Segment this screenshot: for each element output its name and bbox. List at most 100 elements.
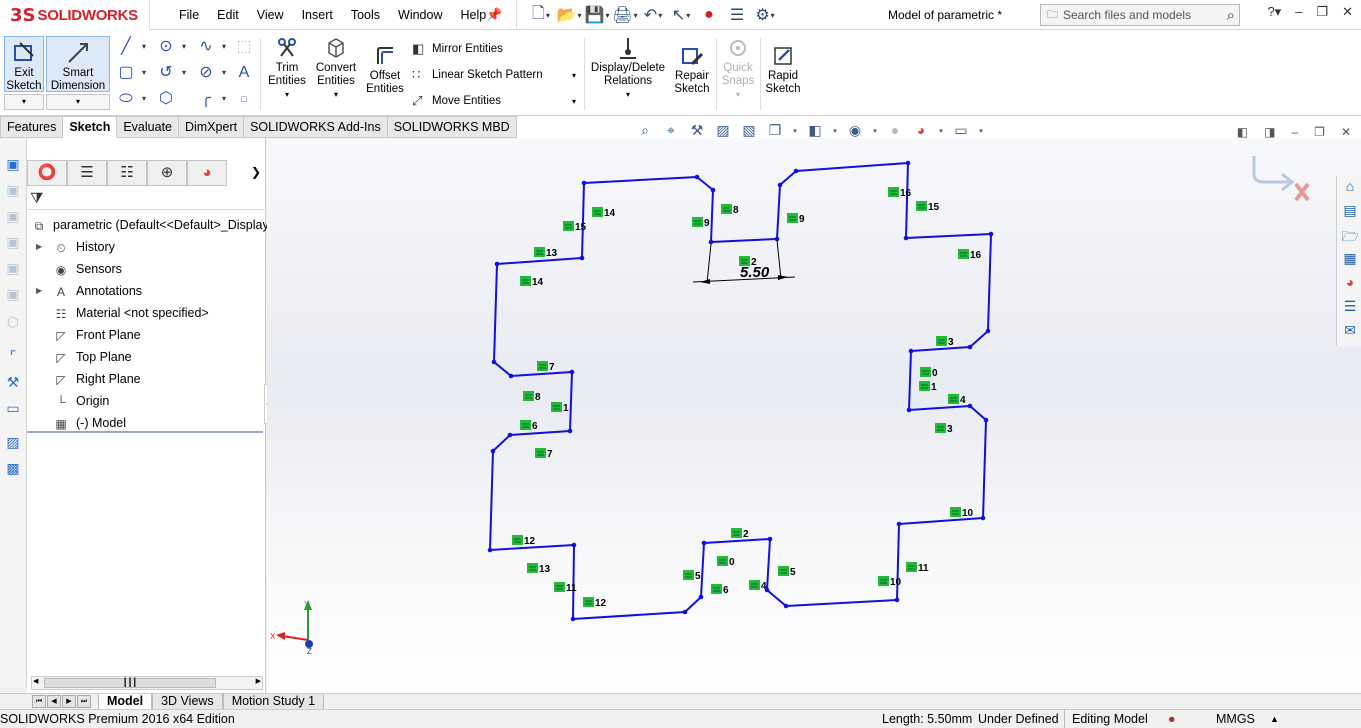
forum-icon[interactable]: ✉ — [1340, 322, 1360, 342]
polygon-icon[interactable]: ⬡ — [155, 88, 177, 110]
sketch-point[interactable] — [694, 174, 700, 180]
sketch-point[interactable] — [579, 255, 585, 261]
file-explorer-icon[interactable]: 🗁 — [1340, 226, 1360, 246]
sketch-line[interactable] — [982, 419, 987, 519]
tree-item-right-plane[interactable]: ◸ Right Plane — [27, 368, 266, 390]
rebuild-traffic-light-icon[interactable]: ● — [695, 2, 723, 28]
relation-glyph[interactable]: 12 — [512, 535, 536, 547]
sketch-point[interactable] — [908, 348, 914, 354]
sketch-line[interactable] — [766, 538, 771, 591]
viewport-prev-icon[interactable]: ◧ — [1237, 125, 1248, 139]
sketch-point[interactable] — [783, 603, 789, 609]
sketch-point[interactable] — [698, 594, 704, 600]
straight-slot-dropdown-icon[interactable]: ▾ — [139, 88, 149, 110]
menu-window[interactable]: Window — [389, 0, 451, 30]
design-library-icon[interactable]: ▤ — [1340, 202, 1360, 222]
sketch-point[interactable] — [983, 417, 989, 423]
sketch-line[interactable] — [710, 189, 714, 243]
sketch-point[interactable] — [980, 515, 986, 521]
rectangle-icon[interactable]: ▢ — [115, 62, 137, 84]
offset-entities-button[interactable]: Offset Entities — [363, 44, 407, 96]
sketch-point[interactable] — [682, 609, 688, 615]
relation-glyph[interactable]: 1 — [919, 381, 937, 393]
viewport-restore-icon[interactable]: ❐ — [1314, 125, 1325, 139]
text-icon[interactable]: A — [233, 62, 255, 84]
point-icon[interactable]: □ — [233, 88, 255, 110]
sketch-line[interactable] — [569, 371, 573, 432]
restore-icon[interactable]: ❐ — [1316, 4, 1328, 20]
tab-dimxpert[interactable]: DimXpert — [179, 116, 245, 138]
expand-icon[interactable]: ▶ — [36, 280, 42, 302]
relation-glyph[interactable]: 3 — [935, 423, 953, 435]
sketch-line[interactable] — [572, 544, 575, 620]
sketch-point[interactable] — [508, 373, 514, 379]
linear-pattern-dropdown-icon[interactable]: ▾ — [572, 71, 576, 80]
tree-item-top-plane[interactable]: ◸ Top Plane — [27, 346, 266, 368]
menu-edit[interactable]: Edit — [208, 0, 248, 30]
sketch-point[interactable] — [767, 536, 773, 542]
sketch-line[interactable] — [785, 599, 898, 607]
new-document-icon[interactable]: 🗋 ▾ — [527, 2, 555, 28]
relation-glyph[interactable]: 10 — [950, 507, 974, 519]
smart-dimension-dropdown[interactable]: ▾ — [46, 94, 110, 110]
relation-glyph[interactable]: 0 — [920, 367, 938, 379]
sketch-line[interactable] — [910, 346, 971, 352]
exit-sketch-dropdown[interactable]: ▾ — [4, 94, 44, 110]
slot-icon[interactable]: ↺ — [155, 62, 177, 84]
sketch-line[interactable] — [509, 430, 571, 436]
unit-system[interactable]: MMGS — [1216, 712, 1255, 726]
feature-manager-tab-icon[interactable]: ⭕ — [27, 160, 67, 186]
display-delete-relations-button[interactable]: Display/Delete Relations ▾ — [588, 36, 668, 101]
sketch-line[interactable] — [969, 330, 989, 348]
minimize-icon[interactable]: – — [1295, 4, 1302, 20]
sketch-line[interactable] — [766, 589, 787, 607]
sketch-point[interactable] — [487, 547, 493, 553]
ellipse-dropdown-icon[interactable]: ▾ — [219, 62, 229, 84]
solidworks-logo[interactable]: 3S SOLIDWORKS — [0, 0, 150, 30]
sketch-line[interactable] — [703, 538, 771, 544]
open-icon[interactable]: 📂 ▾ — [555, 2, 583, 28]
straight-slot-icon[interactable]: ⬭ — [115, 88, 137, 110]
sketch-line[interactable] — [987, 233, 992, 332]
view-orientation-icon[interactable]: ▨ — [3, 434, 23, 454]
relation-glyph[interactable]: 16 — [888, 187, 912, 199]
spline-icon[interactable]: ∿ — [195, 36, 217, 58]
slot-dropdown-icon[interactable]: ▾ — [179, 62, 189, 84]
relation-glyph[interactable]: 3 — [936, 336, 954, 348]
convert-entities-button[interactable]: Convert Entities ▾ — [312, 36, 360, 101]
sketch-point[interactable] — [905, 160, 911, 166]
search-icon[interactable]: ⌕ — [1227, 7, 1235, 24]
select-arrow-icon[interactable]: ↖ ▾ — [667, 2, 695, 28]
scroll-left-icon[interactable]: ◀ — [33, 677, 38, 685]
sketch-line[interactable] — [795, 162, 909, 172]
relation-glyph[interactable]: 5 — [778, 566, 796, 578]
sketch-point[interactable] — [903, 235, 909, 241]
line-icon[interactable]: ╱ — [115, 36, 137, 58]
relation-glyph[interactable]: 9 — [692, 217, 710, 229]
sketch-line[interactable] — [779, 170, 797, 186]
tree-item-history[interactable]: ▶ ⏲ History — [27, 236, 266, 258]
section-view-icon[interactable]: ▩ — [3, 460, 23, 480]
fillet-icon[interactable]: ╭ — [195, 88, 217, 110]
sketch-line[interactable] — [700, 542, 705, 598]
display-relations-side-icon[interactable]: ▭ — [3, 400, 23, 420]
options-gear-icon[interactable]: ⚙ ▾ — [751, 2, 779, 28]
menu-file[interactable]: File — [170, 0, 208, 30]
unit-system-dropdown-icon[interactable]: ▲ — [1270, 714, 1279, 724]
sketch-line[interactable] — [905, 233, 992, 239]
sketch-point[interactable] — [793, 168, 799, 174]
circle-icon[interactable]: ⊙ — [155, 36, 177, 58]
help-icon[interactable]: ?▾ — [1267, 4, 1281, 20]
relation-glyph[interactable]: 0 — [717, 556, 735, 568]
relation-glyph[interactable]: 12 — [583, 597, 607, 609]
spline-dropdown-icon[interactable]: ▾ — [219, 36, 229, 58]
relation-glyph[interactable]: 8 — [523, 391, 541, 403]
sketch-line[interactable] — [496, 257, 583, 265]
filter-row[interactable] — [27, 188, 266, 210]
sketch-point[interactable] — [571, 542, 577, 548]
close-icon[interactable]: ✕ — [1342, 4, 1353, 20]
save-icon[interactable]: 💾 ▾ — [583, 2, 611, 28]
relation-glyph[interactable]: 5 — [683, 570, 701, 582]
relation-glyph[interactable]: 14 — [520, 276, 544, 288]
sketch-point[interactable] — [777, 182, 783, 188]
